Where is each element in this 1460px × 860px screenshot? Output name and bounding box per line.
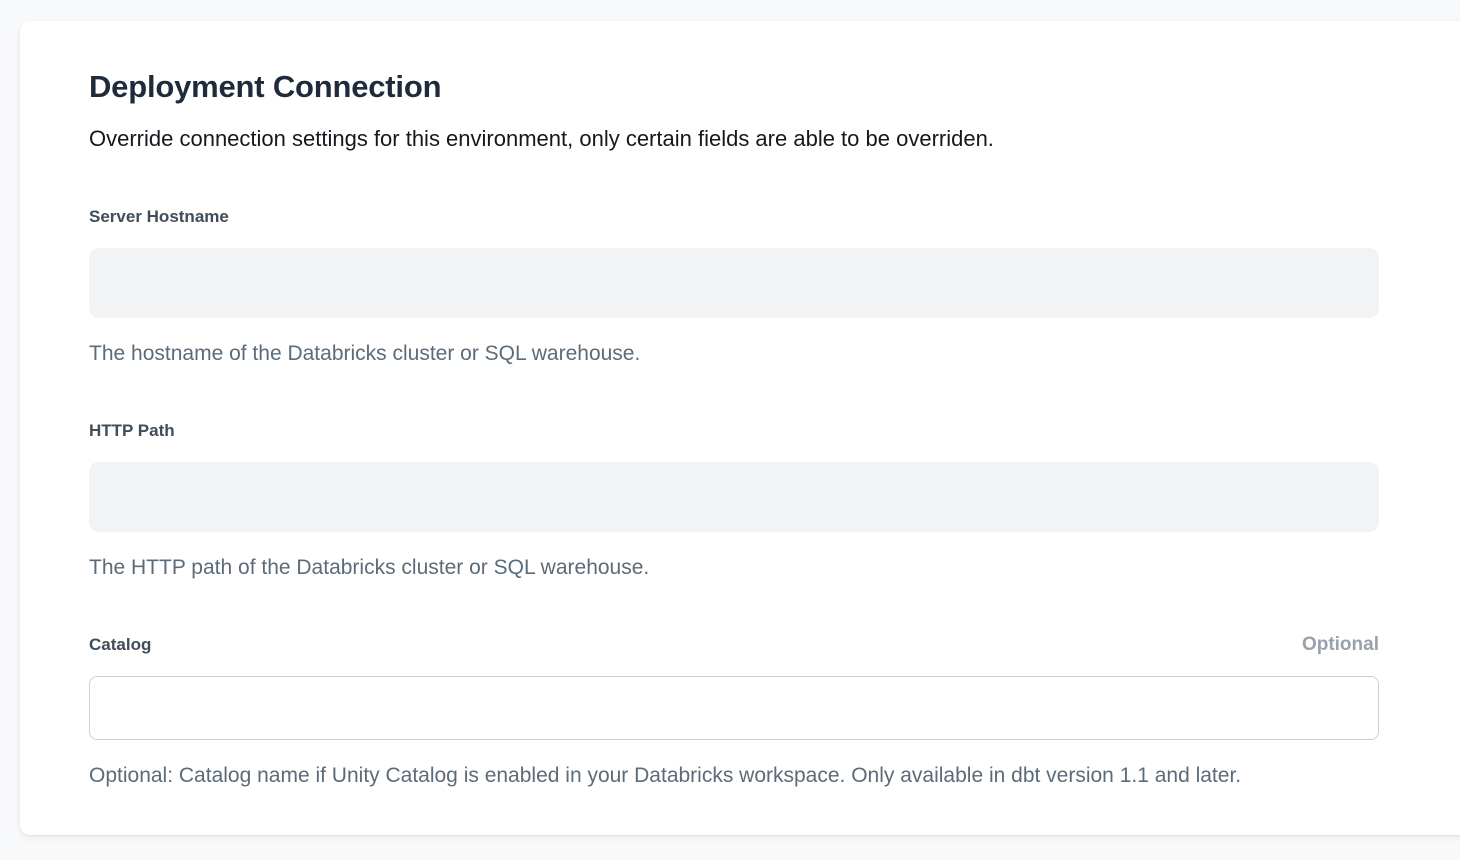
catalog-label: Catalog bbox=[89, 634, 151, 656]
catalog-label-row: Catalog Optional bbox=[89, 634, 1379, 656]
server-hostname-label: Server Hostname bbox=[89, 206, 229, 228]
catalog-helper-text: Optional: Catalog name if Unity Catalog … bbox=[89, 761, 1379, 790]
field-group-server-hostname: Server Hostname The hostname of the Data… bbox=[89, 206, 1379, 368]
server-hostname-label-row: Server Hostname bbox=[89, 206, 1379, 228]
server-hostname-input[interactable] bbox=[89, 248, 1379, 318]
card-content: Deployment Connection Override connectio… bbox=[20, 21, 1380, 790]
server-hostname-helper-text: The hostname of the Databricks cluster o… bbox=[89, 339, 1379, 368]
http-path-input[interactable] bbox=[89, 462, 1379, 532]
field-group-catalog: Catalog Optional Optional: Catalog name … bbox=[89, 634, 1379, 790]
field-group-http-path: HTTP Path The HTTP path of the Databrick… bbox=[89, 420, 1379, 582]
deployment-connection-card: Deployment Connection Override connectio… bbox=[20, 21, 1460, 835]
page-subtitle: Override connection settings for this en… bbox=[89, 124, 1380, 154]
catalog-optional-badge: Optional bbox=[1302, 634, 1379, 656]
page-title: Deployment Connection bbox=[89, 68, 1380, 105]
catalog-input[interactable] bbox=[89, 676, 1379, 740]
http-path-helper-text: The HTTP path of the Databricks cluster … bbox=[89, 553, 1379, 582]
http-path-label-row: HTTP Path bbox=[89, 420, 1379, 442]
http-path-label: HTTP Path bbox=[89, 420, 175, 442]
